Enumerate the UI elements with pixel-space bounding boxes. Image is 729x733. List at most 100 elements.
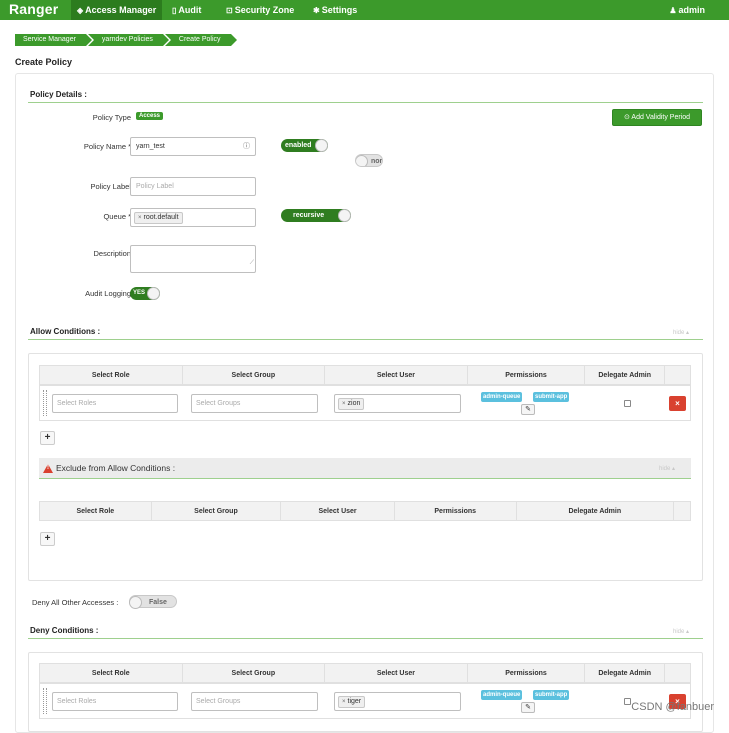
toggle-knob <box>147 287 160 300</box>
section-divider <box>28 638 703 639</box>
exclude-allow-hide-link[interactable]: hide ▴ <box>659 465 675 472</box>
column-delegate-admin: Delegate Admin <box>517 502 675 520</box>
edit-permissions-icon[interactable]: ✎ <box>521 702 535 713</box>
breadcrumb-create-policy: Create Policy <box>164 34 237 46</box>
description-label: Description <box>93 249 131 258</box>
select-user-input[interactable]: × zion <box>334 394 461 413</box>
queue-label: Queue * <box>103 212 131 221</box>
permission-badge: submit-app <box>533 392 570 402</box>
toggle-knob <box>315 139 328 152</box>
gear-icon: ✱ <box>313 6 320 15</box>
nav-settings[interactable]: ✱ Settings <box>313 0 357 20</box>
deny-all-toggle[interactable]: False <box>129 595 177 609</box>
top-navbar: Ranger ◈ Access Manager ▯ Audit ⊡ Security … <box>0 0 729 20</box>
drag-handle-icon[interactable] <box>43 688 47 714</box>
description-textarea[interactable]: ⟋ <box>130 245 256 273</box>
policy-label-label: Policy Label <box>90 182 131 191</box>
toggle-knob <box>338 209 351 222</box>
permission-badge: admin-queue <box>481 690 523 700</box>
column-select-group: Select Group <box>183 664 326 682</box>
add-validity-period-button[interactable]: ⊙ Add Validity Period <box>612 109 702 126</box>
permission-badge: submit-app <box>533 690 570 700</box>
exclude-allow-table-header: Select Role Select Group Select User Per… <box>39 501 691 521</box>
select-groups-input[interactable]: Select Groups <box>191 394 318 413</box>
policy-name-label: Policy Name * <box>83 142 131 151</box>
policy-details-title: Policy Details : <box>30 90 87 99</box>
deny-conditions-title: Deny Conditions : <box>30 626 99 635</box>
column-actions <box>665 664 690 682</box>
remove-tag-icon[interactable]: × <box>342 401 346 407</box>
column-select-role: Select Role <box>40 366 183 384</box>
column-select-role: Select Role <box>40 664 183 682</box>
user-tag[interactable]: × tiger <box>338 696 366 708</box>
select-roles-input[interactable]: Select Roles <box>52 394 178 413</box>
allow-conditions-title: Allow Conditions : <box>30 327 101 336</box>
column-delegate-admin: Delegate Admin <box>585 366 666 384</box>
file-icon: ▯ <box>172 6 177 15</box>
warning-icon: ! <box>43 464 53 473</box>
remove-tag-icon[interactable]: × <box>138 215 142 221</box>
audit-logging-label: Audit Logging <box>85 289 131 298</box>
page-title: Create Policy <box>15 57 73 67</box>
deny-all-label: Deny All Other Accesses : <box>32 598 119 607</box>
zone-icon: ⊡ <box>226 6 233 15</box>
deny-condition-row: Select Roles Select Groups × tiger admin-… <box>39 683 691 719</box>
info-icon: ⓘ <box>243 143 250 150</box>
permission-badge: admin-queue <box>481 392 523 402</box>
section-divider <box>28 339 703 340</box>
deny-table-header: Select Role Select Group Select User Per… <box>39 663 691 683</box>
nav-security-zone[interactable]: ⊡ Security Zone <box>226 0 294 20</box>
column-actions <box>674 502 690 520</box>
user-icon: ♟ <box>669 6 677 15</box>
delegate-admin-checkbox[interactable] <box>624 400 631 407</box>
policy-name-input[interactable]: yarn_test ⓘ <box>130 137 256 156</box>
policy-form-panel: Policy Details : Policy Type Access ⊙ Ad… <box>15 73 714 733</box>
drag-handle-icon[interactable] <box>43 390 47 416</box>
add-exclude-allow-condition-button[interactable]: + <box>40 532 55 546</box>
user-menu[interactable]: ♟ admin <box>669 0 705 21</box>
delegate-admin-checkbox[interactable] <box>624 698 631 705</box>
breadcrumb: Service Manager yarndev Policies Create … <box>15 34 237 46</box>
add-allow-condition-button[interactable]: + <box>40 431 55 445</box>
section-divider <box>39 478 691 479</box>
select-groups-input[interactable]: Select Groups <box>191 692 318 711</box>
exclude-allow-header: ! Exclude from Allow Conditions : hide ▴ <box>39 458 691 478</box>
allow-table-header: Select Role Select Group Select User Per… <box>39 365 691 385</box>
normal-override-toggle[interactable]: nor <box>355 154 383 167</box>
column-select-group: Select Group <box>152 502 282 520</box>
watermark: CSDN @fanbuer <box>631 701 714 713</box>
audit-logging-toggle[interactable]: YES <box>130 287 160 300</box>
nav-audit[interactable]: ▯ Audit <box>172 0 201 20</box>
queue-input[interactable]: × root.default <box>130 208 256 227</box>
toggle-knob <box>356 155 368 166</box>
resize-handle-icon[interactable]: ⟋ <box>250 255 254 272</box>
breadcrumb-service-manager[interactable]: Service Manager <box>15 34 92 46</box>
column-actions <box>665 366 690 384</box>
select-user-input[interactable]: × tiger <box>334 692 461 711</box>
column-permissions: Permissions <box>395 502 517 520</box>
user-tag[interactable]: × zion <box>338 398 365 410</box>
delete-row-button[interactable]: × <box>669 396 686 411</box>
exclude-allow-title: Exclude from Allow Conditions : <box>56 463 176 473</box>
policy-type-label: Policy Type <box>92 113 131 122</box>
policy-label-input[interactable]: Policy Label <box>130 177 256 196</box>
select-roles-input[interactable]: Select Roles <box>52 692 178 711</box>
toggle-knob <box>129 596 142 609</box>
section-divider <box>28 102 703 103</box>
queue-tag[interactable]: × root.default <box>134 212 183 224</box>
deny-hide-link[interactable]: hide ▴ <box>673 628 689 635</box>
allow-condition-row: Select Roles Select Groups × zion admin-q… <box>39 385 691 421</box>
breadcrumb-policies[interactable]: yarndev Policies <box>87 34 169 46</box>
column-select-user: Select User <box>325 664 468 682</box>
column-select-user: Select User <box>325 366 468 384</box>
recursive-toggle[interactable]: recursive <box>281 209 351 222</box>
edit-permissions-icon[interactable]: ✎ <box>521 404 535 415</box>
nav-access-manager[interactable]: ◈ Access Manager <box>71 0 163 20</box>
column-select-group: Select Group <box>183 366 326 384</box>
column-select-role: Select Role <box>40 502 152 520</box>
allow-hide-link[interactable]: hide ▴ <box>673 329 689 336</box>
brand-logo[interactable]: Ranger <box>9 1 58 17</box>
column-select-user: Select User <box>281 502 395 520</box>
enabled-toggle[interactable]: enabled <box>281 139 328 152</box>
remove-tag-icon[interactable]: × <box>342 699 346 705</box>
